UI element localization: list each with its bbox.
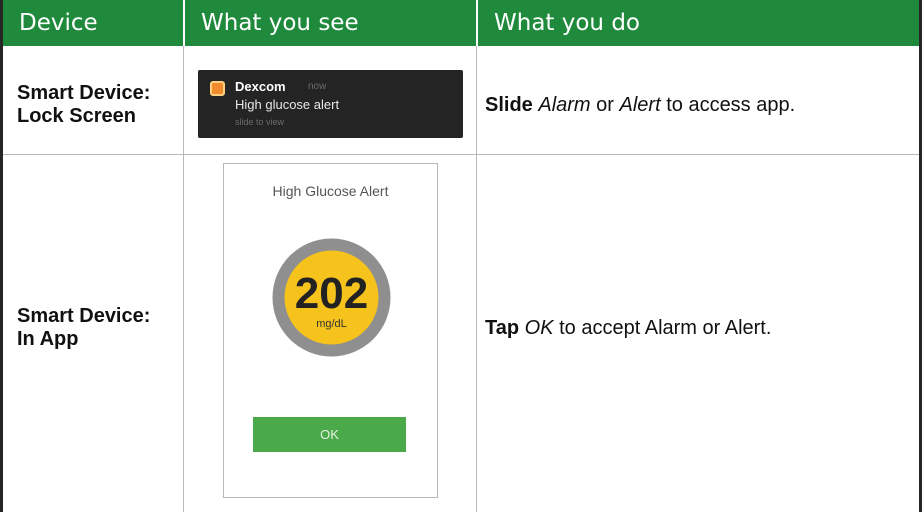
device-in-app: Smart Device: In App [17, 305, 177, 351]
action-object: Alarm [538, 94, 591, 116]
notification-app-name: Dexcom [235, 79, 286, 94]
glucose-gauge: 202 mg/dL [272, 238, 391, 357]
device-line: Smart Device: [17, 82, 151, 104]
ok-button[interactable]: OK [253, 417, 406, 452]
app-alert-screen: High Glucose Alert 202 mg/dL OK [223, 163, 438, 498]
action-object: Alert [619, 94, 661, 116]
slide-to-view-hint: slide to view [235, 117, 285, 127]
lock-screen-notification[interactable]: Dexcom now High glucose alert slide to v… [198, 70, 463, 138]
device-lock-screen: Smart Device: Lock Screen [17, 82, 177, 128]
alert-title: High Glucose Alert [272, 183, 389, 199]
action-in-app: Tap OK to accept Alarm or Alert. [485, 317, 771, 340]
action-lock-screen: Slide Alarm or Alert to access app. [485, 94, 795, 117]
instruction-table: Device What you see What you do Smart De… [0, 0, 922, 512]
action-object: OK [524, 317, 554, 339]
header-device: Device [3, 0, 183, 46]
column-divider [476, 46, 477, 512]
action-connector: or [596, 94, 614, 116]
dexcom-app-icon [210, 81, 225, 96]
action-rest: to access app. [666, 94, 796, 116]
header-what-you-see: What you see [183, 0, 476, 46]
glucose-value: 202 [295, 269, 368, 318]
action-verb: Slide [485, 94, 533, 116]
device-line: Lock Screen [17, 105, 136, 127]
glucose-unit: mg/dL [316, 318, 347, 330]
notification-message: High glucose alert [235, 97, 340, 112]
notification-time: now [308, 81, 327, 92]
row-divider [3, 154, 919, 155]
device-line: Smart Device: [17, 305, 151, 327]
action-rest: to accept Alarm or Alert. [559, 317, 772, 339]
header-what-you-do: What you do [476, 0, 919, 46]
action-verb: Tap [485, 317, 520, 339]
device-line: In App [17, 328, 79, 350]
column-divider [183, 46, 184, 512]
